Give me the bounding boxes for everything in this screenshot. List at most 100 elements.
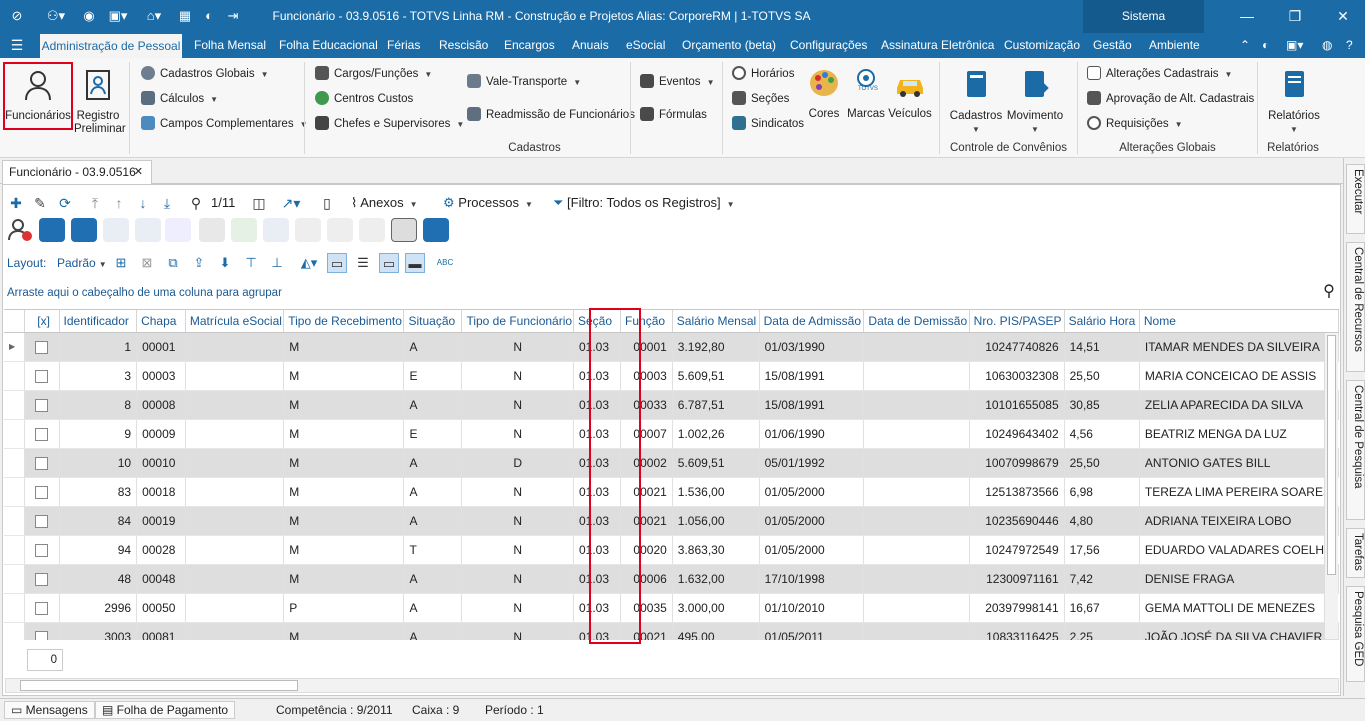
table-cell[interactable]: DENISE FRAGA (1139, 564, 1339, 594)
table-cell[interactable]: 1.536,00 (672, 477, 760, 507)
table-cell[interactable]: 01/05/2000 (759, 477, 865, 507)
chart-icon[interactable]: ◭▾ (295, 253, 323, 273)
table-cell[interactable] (863, 419, 970, 449)
layout-download-icon[interactable]: ⬇ (215, 253, 235, 273)
calculos-menu[interactable]: Cálculos ▼ (141, 90, 218, 108)
column-header-0[interactable]: [x] (24, 310, 60, 333)
table-cell[interactable]: N (461, 419, 574, 449)
next-record-icon[interactable]: ↓ (133, 193, 153, 213)
minimize-button[interactable]: — (1232, 6, 1262, 26)
readmissao-button[interactable]: Readmissão de Funcionários (467, 106, 635, 124)
table-row[interactable]: 8 00008 M A N 01.03 00033 6.787,51 15/08/1991 101… (4, 390, 1339, 420)
window-layout-icon[interactable]: ▣▾ (1286, 33, 1303, 58)
view-footer-icon[interactable]: ▬ (405, 253, 425, 273)
table-cell[interactable]: 15/08/1991 (759, 390, 865, 420)
first-record-icon[interactable]: ⤒ (85, 193, 105, 213)
previous-record-icon[interactable]: ↑ (109, 193, 129, 213)
table-cell[interactable]: N (461, 593, 574, 623)
table-cell[interactable]: M (283, 535, 405, 565)
tab-esocial[interactable]: eSocial (626, 33, 665, 58)
column-header-14[interactable]: Nome (1139, 310, 1339, 333)
table-cell[interactable]: 25,50 (1064, 448, 1140, 478)
cadastros-globais-menu[interactable]: Cadastros Globais ▼ (141, 65, 269, 83)
database-add-icon[interactable] (71, 218, 97, 242)
table-cell[interactable]: 14,51 (1064, 332, 1140, 362)
table-cell[interactable]: 9 (59, 419, 138, 449)
side-tab-tarefas[interactable]: Tarefas (1346, 528, 1365, 578)
last-record-icon[interactable]: ⤓ (157, 193, 177, 213)
table-cell[interactable] (185, 506, 285, 536)
table-cell[interactable]: M (283, 477, 405, 507)
user-document-icon[interactable] (327, 218, 353, 242)
column-header-3[interactable]: Matrícula eSocial (185, 310, 285, 333)
add-users-icon[interactable] (359, 218, 385, 242)
help-icon[interactable]: ? (1346, 33, 1353, 58)
side-tab-central-pesquisa[interactable]: Central de Pesquisa (1346, 380, 1365, 520)
tab-ferias[interactable]: Férias (387, 33, 420, 58)
table-row[interactable]: 94 00028 M T N 01.03 00020 3.863,30 01/05/2000 10… (4, 535, 1339, 565)
filter-menu[interactable]: ⏷ [Filtro: Todos os Registros] ▼ (553, 192, 735, 214)
table-cell[interactable]: 12300971161 (969, 564, 1065, 594)
cores-button[interactable]: Cores (805, 66, 843, 121)
table-cell[interactable]: 2996 (59, 593, 138, 623)
table-cell[interactable]: A (403, 477, 463, 507)
folha-pagamento-tab[interactable]: ▤ Folha de Pagamento (95, 701, 236, 719)
aprovacao-alt-button[interactable]: Aprovação de Alt. Cadastrais (1087, 90, 1254, 108)
table-cell[interactable]: A (403, 332, 463, 362)
table-cell[interactable]: T (403, 535, 463, 565)
row-indicator[interactable] (4, 448, 25, 478)
table-cell[interactable]: M (283, 361, 405, 391)
tab-anuais[interactable]: Anuais (572, 33, 609, 58)
table-cell[interactable]: 84 (59, 506, 138, 536)
table-cell[interactable]: 00003 (136, 361, 186, 391)
envelope-icon[interactable] (231, 218, 257, 242)
table-cell[interactable] (863, 564, 970, 594)
table-cell[interactable]: 16,67 (1064, 593, 1140, 623)
table-cell[interactable] (185, 622, 285, 640)
column-header-1[interactable]: Identificador (59, 310, 138, 333)
tab-ambiente[interactable]: Ambiente (1149, 33, 1200, 58)
export-icon[interactable]: ↗▾ (281, 193, 301, 213)
table-cell[interactable] (185, 332, 285, 362)
table-cell[interactable]: 6.787,51 (672, 390, 760, 420)
table-cell[interactable]: A (403, 390, 463, 420)
table-cell[interactable]: 00009 (136, 419, 186, 449)
table-cell[interactable]: 00028 (136, 535, 186, 565)
keyboard-icon[interactable] (391, 218, 417, 242)
table-cell[interactable] (863, 477, 970, 507)
table-cell[interactable]: 4,56 (1064, 419, 1140, 449)
column-header-5[interactable]: Situação (403, 310, 463, 333)
row-checkbox[interactable] (35, 340, 49, 354)
table-cell[interactable]: 1.632,00 (672, 564, 760, 594)
add-icon[interactable]: ✚ (6, 193, 26, 213)
table-cell[interactable]: 1.056,00 (672, 506, 760, 536)
column-header-9[interactable]: Salário Mensal (672, 310, 760, 333)
collapse-ribbon-icon[interactable]: ⌃ (1240, 33, 1250, 58)
globe-icon[interactable]: ◐ (1262, 33, 1269, 58)
table-cell[interactable]: 10235690446 (969, 506, 1065, 536)
table-cell[interactable] (863, 593, 970, 623)
layout-upload-icon[interactable]: ⇪ (189, 253, 209, 273)
table-cell[interactable]: 30,85 (1064, 390, 1140, 420)
row-checkbox[interactable] (35, 456, 49, 470)
movimento-button[interactable]: Movimento ▼ (1006, 68, 1064, 136)
table-cell[interactable]: A (403, 506, 463, 536)
side-tab-central-recursos[interactable]: Central de Recursos (1346, 242, 1365, 372)
table-cell[interactable]: TEREZA LIMA PEREIRA SOARES (1139, 477, 1339, 507)
table-cell[interactable]: 94 (59, 535, 138, 565)
table-cell[interactable]: A (403, 593, 463, 623)
horarios-button[interactable]: Horários (732, 65, 794, 83)
table-row[interactable]: 83 00018 M A N 01.03 00021 1.536,00 01/05/2000 12… (4, 477, 1339, 507)
table-cell[interactable]: ZELIA APARECIDA DA SILVA (1139, 390, 1339, 420)
marcas-button[interactable]: Marcas (846, 66, 886, 121)
table-cell[interactable] (185, 564, 285, 594)
table-cell[interactable]: 10 (59, 448, 138, 478)
table-cell[interactable]: A (403, 448, 463, 478)
table-cell[interactable]: N (461, 564, 574, 594)
table-cell[interactable] (863, 535, 970, 565)
table-cell[interactable]: 2,25 (1064, 622, 1140, 640)
table-cell[interactable]: N (461, 477, 574, 507)
table-cell[interactable] (185, 535, 285, 565)
tab-rescisao[interactable]: Rescisão (439, 33, 488, 58)
row-indicator[interactable]: ▶ (4, 332, 25, 362)
